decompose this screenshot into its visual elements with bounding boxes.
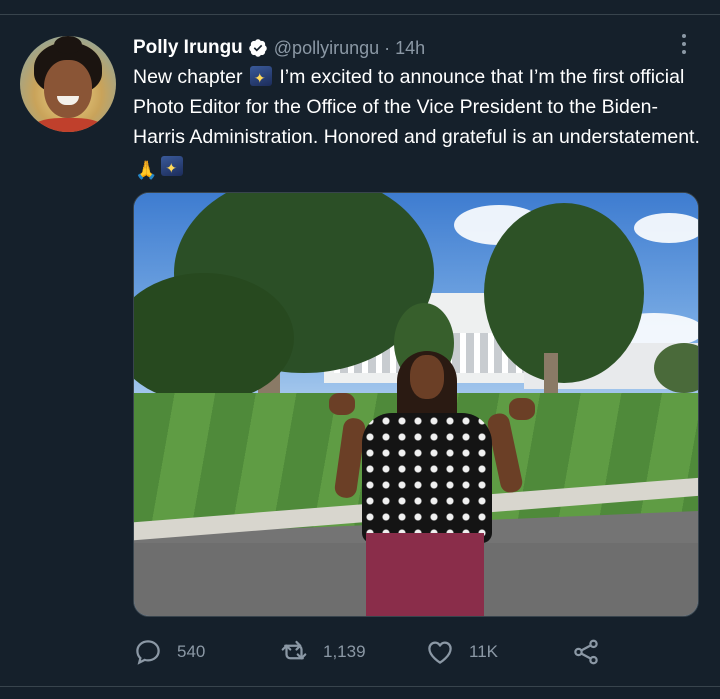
retweet-button[interactable]: 1,139 <box>279 636 366 668</box>
tweet-text-part-1: New chapter <box>133 66 243 88</box>
sparkler-emoji-icon <box>161 154 184 184</box>
more-options-icon[interactable] <box>672 32 696 56</box>
verified-badge-icon <box>248 38 268 58</box>
tweet-header: Polly Irungu @pollyirungu · 14h <box>133 35 425 61</box>
share-icon <box>574 639 598 665</box>
reply-icon <box>136 640 160 665</box>
retweet-icon <box>281 640 307 660</box>
author-name[interactable]: Polly Irungu <box>133 37 243 59</box>
reply-button[interactable]: 540 <box>133 636 205 668</box>
sparkler-emoji-icon <box>249 64 272 94</box>
reply-count: 540 <box>177 642 206 661</box>
top-divider <box>0 14 720 15</box>
tweet-photo[interactable] <box>133 192 699 617</box>
avatar[interactable] <box>20 36 116 132</box>
bottom-divider <box>0 686 720 687</box>
share-button[interactable] <box>571 636 601 668</box>
tweet-text: New chapter I’m excited to announce that… <box>133 62 703 184</box>
tweet-actions: 540 1,139 11K <box>133 636 613 668</box>
retweet-count: 1,139 <box>323 642 366 661</box>
author-handle[interactable]: @pollyirungu <box>274 38 379 59</box>
time-separator: · <box>384 37 391 58</box>
folded-hands-emoji-icon: 🙏 <box>135 160 158 181</box>
like-button[interactable]: 11K <box>425 636 498 668</box>
like-count: 11K <box>469 642 498 661</box>
tweet-timestamp[interactable]: 14h <box>395 38 425 59</box>
heart-icon <box>428 641 452 664</box>
